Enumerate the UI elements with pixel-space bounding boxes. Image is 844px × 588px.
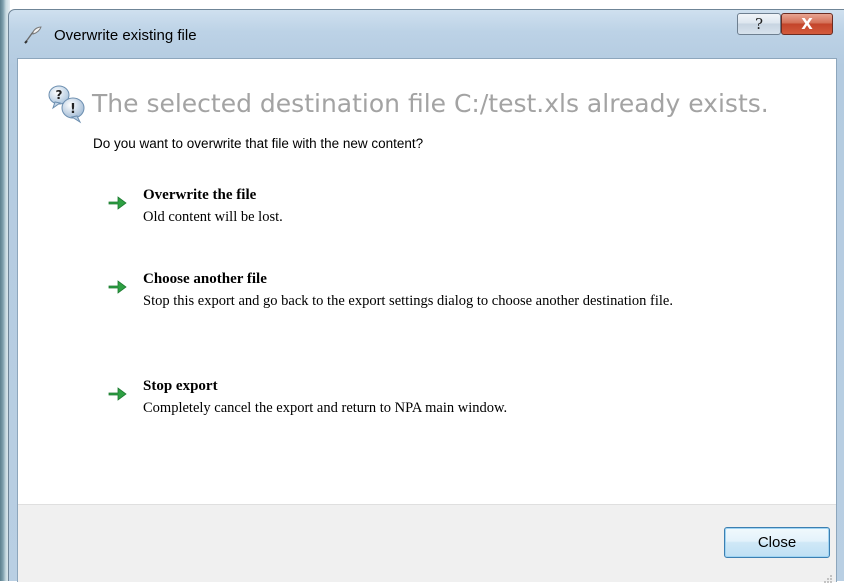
command-description: Stop this export and go back to the expo…: [143, 293, 673, 309]
command-title: Overwrite the file: [143, 187, 257, 203]
window-close-button[interactable]: X: [781, 13, 833, 35]
main-instruction: The selected destination file C:/test.xl…: [92, 89, 769, 118]
dialog-footer: Close: [18, 504, 836, 583]
help-icon: ?: [754, 15, 764, 33]
dialog-window: Overwrite existing file ? X ? ! The sele…: [8, 9, 844, 583]
green-arrow-icon: [106, 276, 128, 298]
question-bubbles-icon: ? !: [47, 84, 91, 128]
title-bar[interactable]: Overwrite existing file ? X: [9, 10, 844, 58]
content-text: Do you want to overwrite that file with …: [93, 136, 424, 151]
window-title: Overwrite existing file: [54, 27, 197, 44]
green-arrow-icon: [106, 192, 128, 214]
close-icon: X: [801, 15, 813, 33]
dialog-content: ? ! The selected destination file C:/tes…: [17, 58, 837, 583]
quill-icon: [21, 24, 43, 46]
help-button[interactable]: ?: [737, 13, 781, 35]
green-arrow-icon: [106, 383, 128, 405]
command-title: Choose another file: [143, 271, 267, 287]
command-title: Stop export: [143, 378, 218, 394]
svg-text:?: ?: [56, 88, 63, 102]
svg-text:!: !: [70, 102, 76, 117]
command-description: Completely cancel the export and return …: [143, 400, 508, 416]
close-button[interactable]: Close: [724, 527, 830, 558]
command-description: Old content will be lost.: [143, 209, 283, 225]
close-button-label: Close: [757, 534, 797, 551]
resize-grip-icon[interactable]: [823, 569, 833, 583]
